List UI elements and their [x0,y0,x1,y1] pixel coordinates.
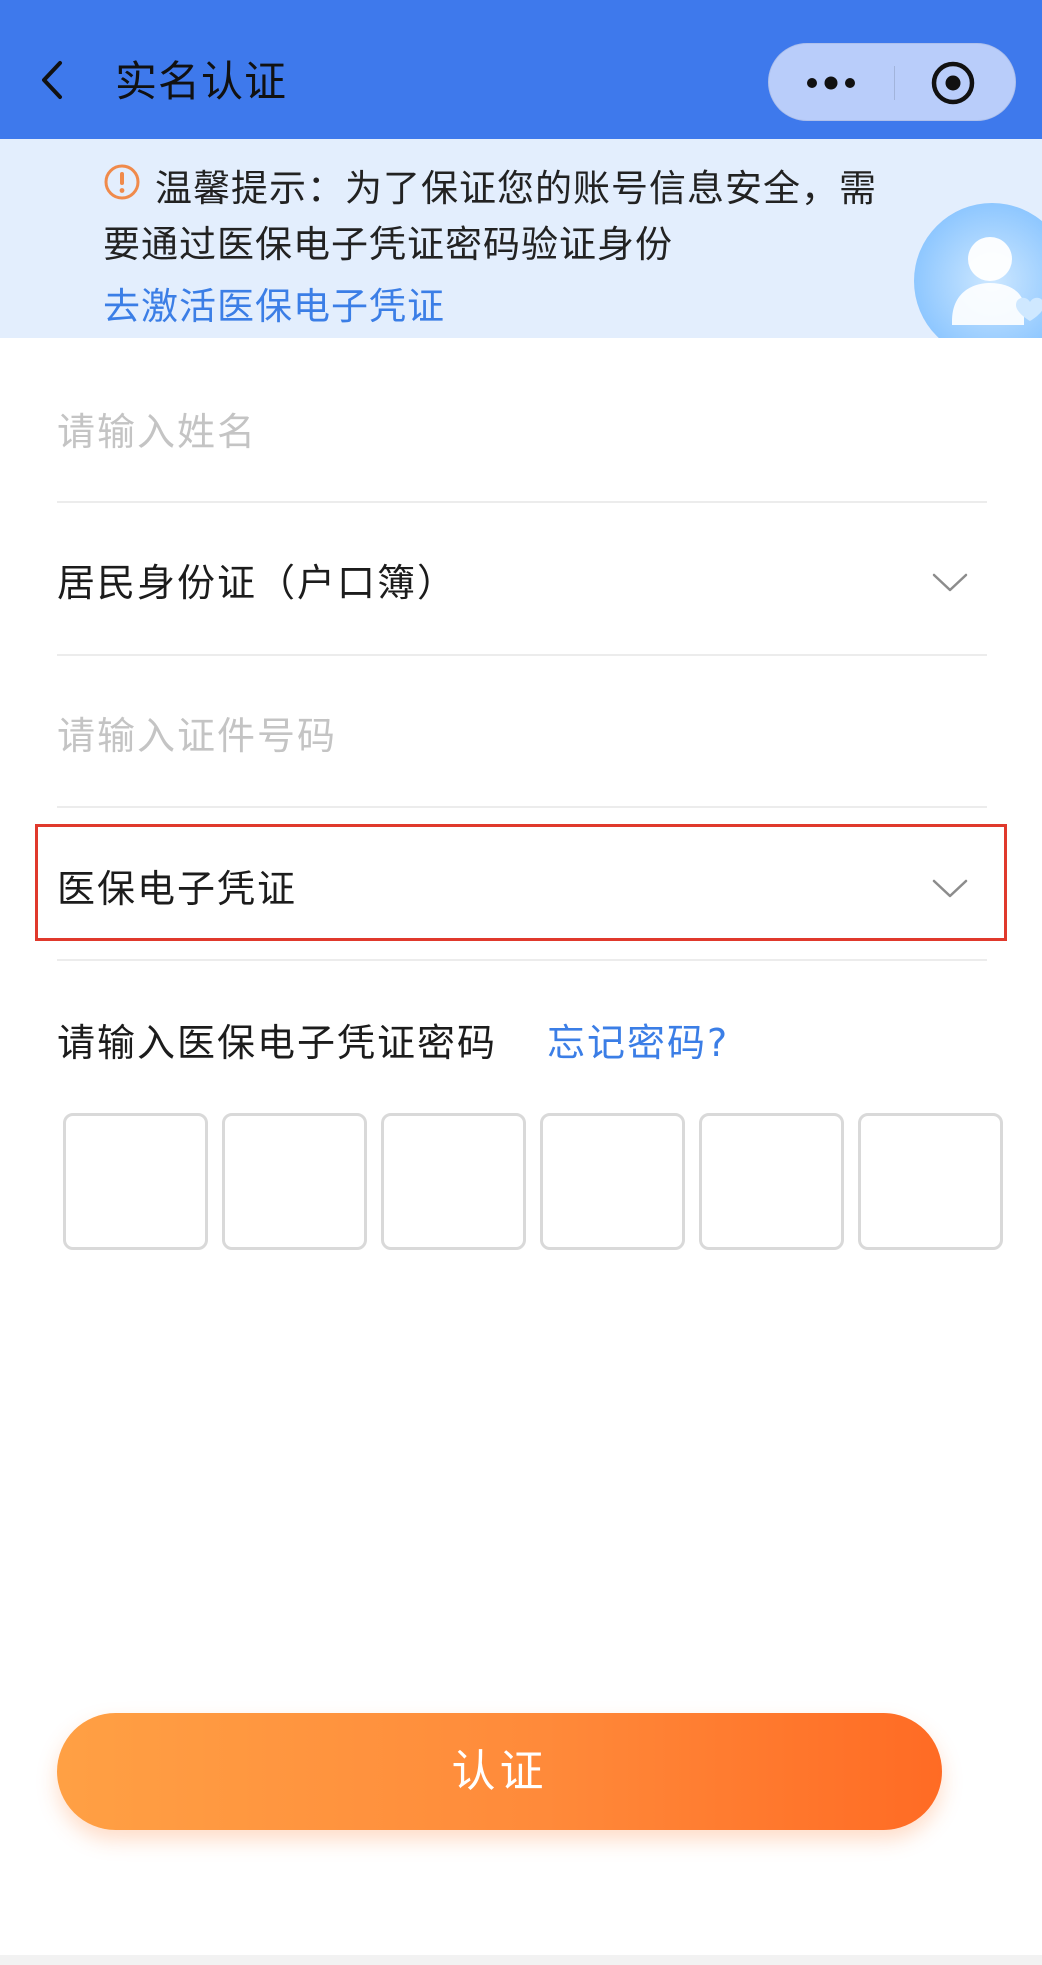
verify-button[interactable]: 认证 [57,1713,942,1830]
user-heart-illustration [914,203,1042,338]
header-bar: 实名认证 [0,0,1042,139]
id-type-select[interactable]: 居民身份证（户口簿） [57,555,987,611]
forgot-password-link[interactable]: 忘记密码? [547,1015,729,1071]
mini-program-capsule [768,43,1016,121]
divider [57,654,987,656]
id-number-field[interactable]: 请输入证件号码 [57,708,987,764]
name-field[interactable]: 请输入姓名 [57,404,987,460]
notice-text: 温馨提示：为了保证您的账号信息安全，需要通过医保电子凭证密码验证身份 [103,167,877,266]
target-circle-icon [931,61,975,105]
pin-digit-box[interactable] [540,1113,685,1250]
page-title: 实名认证 [115,57,288,106]
divider [57,959,987,961]
more-dots-icon [807,76,855,90]
divider [57,806,987,808]
credential-type-value: 医保电子凭证 [57,867,298,911]
chevron-down-icon [932,573,968,592]
id-number-input[interactable]: 请输入证件号码 [57,708,337,764]
pin-digit-box[interactable] [63,1113,208,1250]
divider [57,501,987,503]
more-menu-button[interactable] [769,44,894,122]
password-label: 请输入医保电子凭证密码 [57,1021,498,1065]
pin-digit-box[interactable] [699,1113,844,1250]
bottom-safe-area [0,1955,1042,1965]
close-mini-program-button[interactable] [895,44,1017,122]
credential-type-select[interactable]: 医保电子凭证 [57,861,987,917]
name-input[interactable]: 请输入姓名 [57,404,257,460]
pin-digit-box[interactable] [858,1113,1003,1250]
pin-digit-box[interactable] [381,1113,526,1250]
chevron-down-icon [932,879,968,898]
pin-digit-box[interactable] [222,1113,367,1250]
notice-banner: 温馨提示：为了保证您的账号信息安全，需要通过医保电子凭证密码验证身份 去激活医保… [0,139,1042,338]
id-type-value: 居民身份证（户口簿） [57,561,458,605]
back-button[interactable] [30,55,80,105]
chevron-left-icon [42,61,62,99]
activate-credential-link[interactable]: 去激活医保电子凭证 [103,279,445,335]
